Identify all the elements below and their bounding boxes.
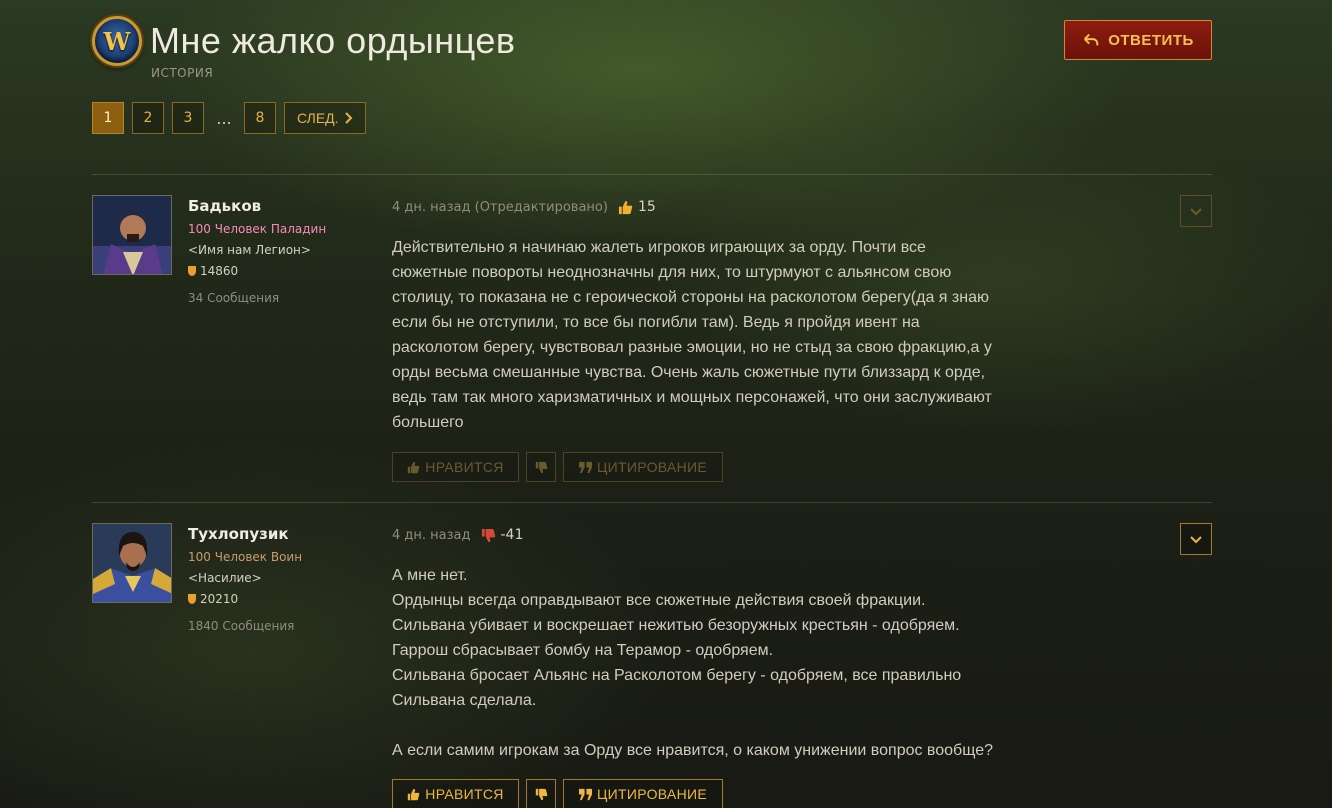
thumbs-up-icon (408, 788, 420, 800)
dislike-button[interactable] (526, 452, 556, 482)
post-line: Сильвана сделала. (392, 692, 537, 709)
next-page-label: СЛЕД. (297, 110, 339, 126)
quote-button[interactable]: ЦИТИРОВАНИЕ (563, 779, 723, 808)
shield-icon (188, 594, 196, 604)
post-line: большего (392, 414, 464, 431)
vote-count: -41 (500, 527, 524, 543)
post-line: расколотом берегу, чувствовал разные эмо… (392, 339, 992, 356)
chevron-down-icon (1190, 208, 1202, 216)
chevron-right-icon (344, 112, 352, 124)
avatar[interactable] (92, 523, 172, 603)
dislike-button[interactable] (526, 779, 556, 808)
quote-button[interactable]: ЦИТИРОВАНИЕ (563, 452, 723, 482)
thumbs-down-icon (535, 788, 547, 800)
reply-button[interactable]: ОТВЕТИТЬ (1064, 20, 1212, 60)
post-time: 4 дн. назад (Отредактировано) (392, 199, 608, 215)
post-line: А если самим игрокам за Орду все нравитс… (392, 742, 993, 759)
post-body: Действительно я начинаю жалеть игроков и… (392, 235, 1092, 435)
divider (92, 174, 1212, 175)
post-meta: 4 дн. назад -41 (392, 527, 523, 543)
thumbs-up-icon (408, 461, 420, 473)
post-line: Сильвана убивает и воскрешает нежитью бе… (392, 617, 960, 634)
like-button[interactable]: НРАВИТСЯ (392, 452, 519, 482)
topic-category[interactable]: ИСТОРИЯ (151, 66, 213, 80)
divider (92, 502, 1212, 503)
thumbs-up-icon (618, 200, 633, 214)
page-title: Мне жалко ордынцев (150, 20, 516, 61)
post-body: А мне нет. Ордынцы всегда оправдывают вс… (392, 563, 1092, 763)
reply-icon (1084, 33, 1099, 46)
author-class: 100 Человек Воин (188, 550, 303, 564)
page-8-button[interactable]: 8 (244, 102, 276, 134)
like-label: НРАВИТСЯ (425, 459, 504, 475)
next-page-button[interactable]: СЛЕД. (284, 102, 366, 134)
post-line: орды весьма смешанные чувства. Очень жал… (392, 364, 986, 381)
achievement-value: 14860 (200, 264, 239, 278)
author-guild: <Имя нам Легион> (188, 243, 311, 257)
post-menu-button[interactable] (1180, 195, 1212, 227)
post-line: сюжетные повороты неоднозначны для них, … (392, 264, 952, 281)
post-line: Сильвана бросает Альянс на Расколотом бе… (392, 667, 962, 684)
page-ellipsis: ... (216, 108, 232, 128)
post-line: А мне нет. (392, 567, 468, 584)
vote-count: 15 (637, 199, 656, 215)
post-actions: НРАВИТСЯ ЦИТИРОВАНИЕ (392, 779, 723, 808)
reply-label: ОТВЕТИТЬ (1108, 31, 1194, 49)
wow-logo: W (92, 16, 142, 66)
achievement-points: 14860 (188, 264, 238, 278)
author-name[interactable]: Бадьков (188, 197, 261, 215)
quote-icon (579, 788, 592, 800)
thumbs-down-icon (535, 461, 547, 473)
pagination: 1 2 3 ... 8 СЛЕД. (92, 102, 366, 134)
author-post-count: 34 Сообщения (188, 291, 280, 305)
author-guild: <Насилие> (188, 571, 262, 585)
topic-header: W Мне жалко ордынцев ИСТОРИЯ ОТВЕТИТЬ (92, 16, 1212, 86)
post-line: столицу, то показана не с героической ст… (392, 289, 989, 306)
forum-post: Бадьков 100 Человек Паладин <Имя нам Лег… (92, 195, 1212, 490)
achievement-points: 20210 (188, 592, 238, 606)
vote-score: 15 (618, 199, 656, 215)
forum-post: Тухлопузик 100 Человек Воин <Насилие> 20… (92, 523, 1212, 808)
post-line: Ордынцы всегда оправдывают все сюжетные … (392, 592, 926, 609)
thumbs-down-icon (481, 528, 495, 542)
like-button[interactable]: НРАВИТСЯ (392, 779, 519, 808)
like-label: НРАВИТСЯ (425, 786, 504, 802)
quote-label: ЦИТИРОВАНИЕ (597, 786, 707, 802)
avatar[interactable] (92, 195, 172, 275)
quote-icon (579, 461, 592, 473)
post-blank-line (392, 713, 1092, 738)
author-class: 100 Человек Паладин (188, 222, 327, 236)
chevron-down-icon (1190, 536, 1202, 544)
logo-text: W (103, 26, 131, 56)
author-post-count: 1840 Сообщения (188, 619, 295, 633)
post-line: если бы не отступили, то все бы погибли … (392, 314, 920, 331)
post-menu-button[interactable] (1180, 523, 1212, 555)
post-meta: 4 дн. назад (Отредактировано) 15 (392, 199, 656, 215)
post-line: Гаррош сбрасывает бомбу на Терамор - одо… (392, 642, 774, 659)
shield-icon (188, 266, 196, 276)
post-line: ведь там так много харизматичных и мощны… (392, 389, 992, 406)
post-actions: НРАВИТСЯ ЦИТИРОВАНИЕ (392, 452, 723, 482)
author-name[interactable]: Тухлопузик (188, 525, 289, 543)
post-time: 4 дн. назад (392, 527, 471, 543)
quote-label: ЦИТИРОВАНИЕ (597, 459, 707, 475)
page-2-button[interactable]: 2 (132, 102, 164, 134)
achievement-value: 20210 (200, 592, 239, 606)
page-3-button[interactable]: 3 (172, 102, 204, 134)
post-line: Действительно я начинаю жалеть игроков и… (392, 239, 926, 256)
page-1-button[interactable]: 1 (92, 102, 124, 134)
vote-score: -41 (481, 527, 524, 543)
